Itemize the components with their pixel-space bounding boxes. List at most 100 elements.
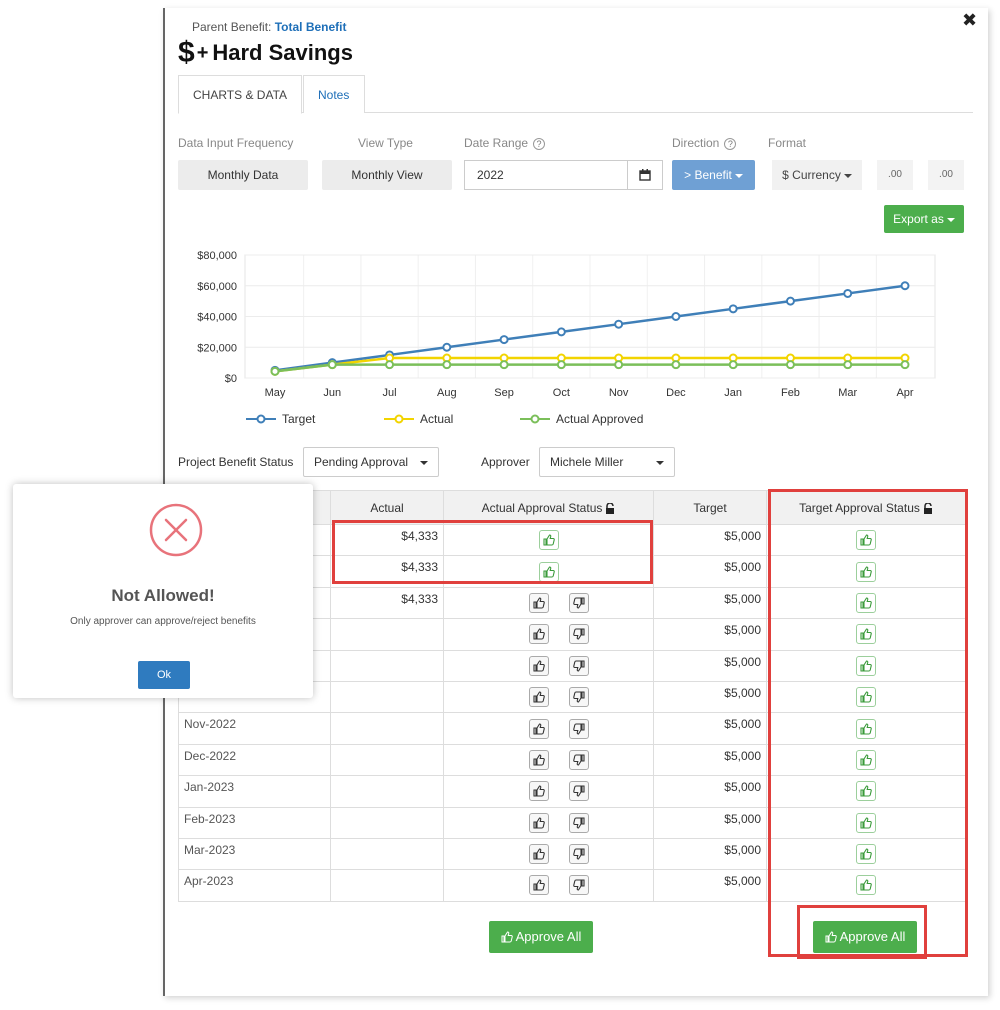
data-point — [671, 360, 681, 370]
cell-month: Dec-2022 — [178, 743, 331, 777]
reject-thumbs-down-button[interactable] — [568, 687, 589, 708]
approve-thumbs-up-button[interactable] — [528, 781, 549, 802]
date-range-input[interactable]: 2022 — [464, 160, 628, 190]
cell-month: Jan-2023 — [178, 775, 331, 808]
approve-thumbs-up-button[interactable] — [528, 812, 549, 833]
highlight-approved-actuals — [332, 520, 653, 584]
cell-target[interactable]: $5,000 — [653, 649, 767, 682]
cell-actual[interactable] — [330, 869, 444, 902]
cell-actual-status — [443, 680, 654, 714]
data-point — [671, 312, 681, 321]
approve-thumbs-up-button[interactable] — [528, 718, 549, 739]
cell-actual[interactable] — [330, 806, 444, 839]
parent-benefit-link[interactable]: Total Benefit — [275, 20, 347, 34]
data-point — [270, 366, 280, 376]
dollar-icon: $ — [178, 36, 195, 69]
cell-target[interactable]: $5,000 — [653, 680, 767, 714]
cell-actual[interactable] — [330, 775, 444, 808]
view-type-button[interactable]: Monthly View — [322, 160, 452, 190]
reject-thumbs-down-button[interactable] — [568, 812, 589, 833]
cell-target[interactable]: $5,000 — [653, 806, 767, 839]
approver-select[interactable]: Michele Miller — [539, 447, 675, 477]
x-tick-label: Aug — [437, 387, 457, 399]
approve-thumbs-up-button[interactable] — [528, 624, 549, 645]
reject-thumbs-down-button[interactable] — [568, 749, 589, 770]
legend-item-target[interactable]: Target — [246, 412, 315, 426]
page-title-text: Hard Savings — [212, 40, 353, 65]
reject-thumbs-down-button[interactable] — [568, 624, 589, 645]
benefit-status-select[interactable]: Pending Approval — [303, 447, 439, 477]
format-dropdown[interactable]: $ Currency — [772, 160, 862, 190]
cell-month: Apr-2023 — [178, 869, 331, 902]
approve-thumbs-up-button[interactable] — [528, 687, 549, 708]
tab-bar: CHARTS & DATA Notes — [178, 75, 973, 114]
cell-actual[interactable] — [330, 618, 444, 651]
legend-item-actual[interactable]: Actual — [384, 412, 453, 426]
reject-thumbs-down-button[interactable] — [568, 655, 589, 676]
direction-dropdown[interactable]: > Benefit — [672, 160, 755, 190]
highlight-approve-all — [797, 905, 927, 959]
cell-actual-status — [443, 869, 654, 902]
reject-thumbs-down-button[interactable] — [568, 592, 589, 613]
calendar-button[interactable] — [627, 160, 663, 190]
data-point — [843, 288, 853, 298]
cell-actual[interactable] — [330, 649, 444, 682]
approve-thumbs-up-button[interactable] — [528, 844, 549, 865]
export-button[interactable]: Export as — [884, 205, 964, 233]
cell-actual[interactable] — [330, 680, 444, 714]
x-tick-label: Apr — [896, 387, 913, 399]
cell-actual-status — [443, 618, 654, 651]
x-tick-label: Feb — [781, 387, 800, 399]
cell-target[interactable]: $5,000 — [653, 869, 767, 902]
frequency-button[interactable]: Monthly Data — [178, 160, 308, 190]
cell-month: Mar-2023 — [178, 837, 331, 871]
close-icon[interactable]: ✖ — [962, 10, 977, 30]
line-chart: $80,000 $60,000 $40,000 $20,000 $0 May Jun Jul A… — [197, 250, 936, 399]
cell-target[interactable]: $5,000 — [653, 555, 767, 588]
approve-thumbs-up-button[interactable] — [528, 655, 549, 676]
cell-target[interactable]: $5,000 — [653, 523, 767, 557]
caret-down-icon — [656, 461, 664, 465]
decrease-decimal-button[interactable]: .00 — [877, 160, 913, 190]
help-icon[interactable]: ? — [724, 137, 737, 150]
data-point — [556, 327, 566, 337]
approve-thumbs-up-button[interactable] — [528, 592, 549, 613]
cell-target[interactable]: $5,000 — [653, 775, 767, 808]
reject-thumbs-down-button[interactable] — [568, 844, 589, 865]
ok-button[interactable]: Ok — [138, 661, 190, 689]
cell-actual[interactable] — [330, 712, 444, 745]
cell-actual[interactable] — [330, 743, 444, 777]
x-tick-label: Dec — [666, 387, 686, 399]
data-point — [327, 360, 337, 370]
legend-actual-approved-marker — [520, 414, 550, 424]
reject-thumbs-down-button[interactable] — [568, 875, 589, 896]
cell-actual-status — [443, 743, 654, 777]
not-allowed-dialog: Not Allowed! Only approver can approve/r… — [13, 484, 313, 698]
cell-month: Nov-2022 — [178, 712, 331, 745]
legend-target-marker — [246, 414, 276, 424]
error-x-icon — [149, 503, 203, 557]
help-icon[interactable]: ? — [533, 137, 546, 150]
cell-target[interactable]: $5,000 — [653, 743, 767, 777]
cell-target[interactable]: $5,000 — [653, 837, 767, 871]
x-tick-label: Jun — [323, 387, 341, 399]
legend-item-actual-approved[interactable]: Actual Approved — [520, 412, 643, 426]
approve-thumbs-up-button[interactable] — [528, 875, 549, 896]
reject-thumbs-down-button[interactable] — [568, 718, 589, 739]
cell-target[interactable]: $5,000 — [653, 618, 767, 651]
approve-thumbs-up-button[interactable] — [528, 749, 549, 770]
cell-target[interactable]: $5,000 — [653, 586, 767, 620]
approve-all-actual-button[interactable]: Approve All — [489, 921, 593, 953]
tab-notes[interactable]: Notes — [303, 75, 365, 113]
cell-actual[interactable] — [330, 837, 444, 871]
reject-thumbs-down-button[interactable] — [568, 781, 589, 802]
frequency-label: Data Input Frequency — [178, 136, 294, 150]
tab-charts-data[interactable]: CHARTS & DATA — [178, 75, 302, 114]
data-point — [728, 304, 738, 314]
increase-decimal-button[interactable]: .00 — [928, 160, 964, 190]
direction-label: Direction? — [672, 136, 737, 150]
data-point — [614, 360, 624, 370]
cell-actual[interactable]: $4,333 — [330, 586, 444, 620]
cell-target[interactable]: $5,000 — [653, 712, 767, 745]
dialog-message: Only approver can approve/reject benefit… — [70, 616, 256, 627]
